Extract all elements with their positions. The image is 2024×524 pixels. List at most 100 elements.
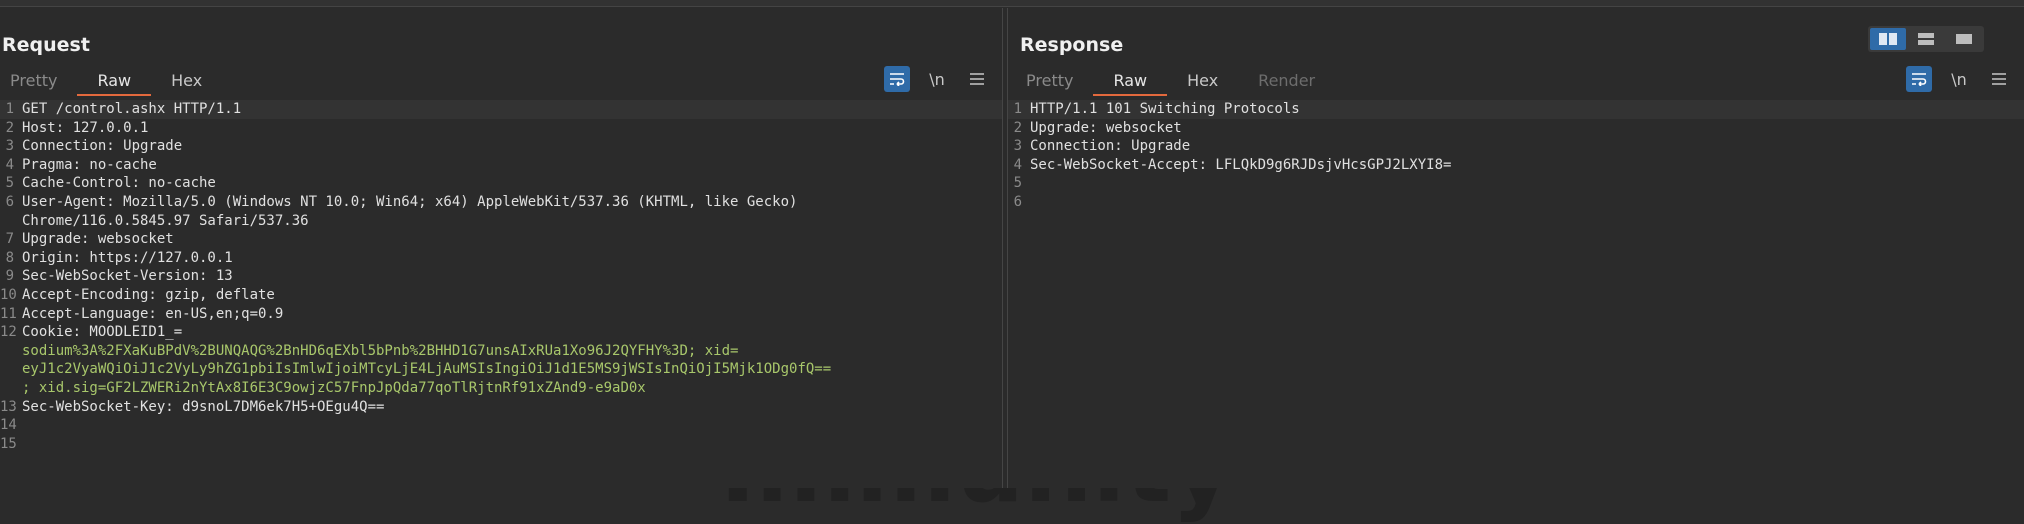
response-title: Response xyxy=(1020,34,1124,56)
request-tabs: Pretty Raw Hex xyxy=(0,70,222,96)
line-number: 14 xyxy=(0,417,17,434)
request-code-line: 15 xyxy=(0,435,1002,454)
request-code-line: eyJ1c2VyaWQiOiJ1c2VyLy9hZG1pbiIsImlwIjoi… xyxy=(0,360,1002,379)
line-text: Host: 127.0.0.1 xyxy=(22,119,149,136)
menu-icon[interactable] xyxy=(1986,66,2012,92)
line-text: Upgrade: websocket xyxy=(1030,119,1182,136)
request-tools: \n xyxy=(884,66,990,92)
line-text: Sec-WebSocket-Accept: LFLQkD9g6RJDsjvHcs… xyxy=(1030,156,1452,173)
line-text: Cache-Control: no-cache xyxy=(22,175,216,192)
request-code-line: 6 User-Agent: Mozilla/5.0 (Windows NT 10.… xyxy=(0,193,1002,212)
single-pane-layout-icon[interactable] xyxy=(1946,28,1982,50)
line-number xyxy=(0,342,14,361)
line-number: 13 xyxy=(0,398,17,415)
response-pane: Response Pretty Raw Hex Render \n 1 HTTP/1.1… xyxy=(1008,8,2024,488)
request-code-line: 13 Sec-WebSocket-Key: d9snoL7DM6ek7H5+OEg… xyxy=(0,398,1002,417)
request-code-line: sodium%3A%2FXaKuBPdV%2BUNQAQG%2BnHD6qEXb… xyxy=(0,342,1002,361)
response-code-line: 2 Upgrade: websocket xyxy=(1008,119,2024,138)
line-text: Connection: Upgrade xyxy=(1030,138,1191,155)
line-number: 6 xyxy=(5,193,14,210)
layout-switcher xyxy=(1868,26,1984,52)
line-number: 2 xyxy=(5,119,14,136)
top-bottom-layout-icon[interactable] xyxy=(1908,28,1944,50)
line-text: Cookie: MOODLEID1_= xyxy=(22,324,183,341)
wrap-lines-icon[interactable] xyxy=(1906,66,1932,92)
line-number xyxy=(0,212,14,231)
line-text: eyJ1c2VyaWQiOiJ1c2VyLy9hZG1pbiIsImlwIjoi… xyxy=(22,361,832,378)
line-text: Accept-Encoding: gzip, deflate xyxy=(22,286,275,303)
request-code-line: 3 Connection: Upgrade xyxy=(0,137,1002,156)
tab-raw[interactable]: Raw xyxy=(77,70,152,96)
line-number: 11 xyxy=(0,305,17,322)
line-number: 1 xyxy=(5,101,14,117)
line-number: 1 xyxy=(1013,101,1022,117)
line-number: 3 xyxy=(5,138,14,155)
response-tabs: Pretty Raw Hex Render xyxy=(1016,70,1335,96)
request-code-line: 5 Cache-Control: no-cache xyxy=(0,174,1002,193)
request-code-line: ; xid.sig=GF2LZWERi2nYtAx8I6E3C9owjzC57F… xyxy=(0,379,1002,398)
request-code-line: 4 Pragma: no-cache xyxy=(0,156,1002,175)
menu-icon[interactable] xyxy=(964,66,990,92)
line-number: 12 xyxy=(0,324,17,341)
newline-toggle-button[interactable]: \n xyxy=(924,66,950,92)
line-number: 10 xyxy=(0,286,17,303)
line-text: ; xid.sig=GF2LZWERi2nYtAx8I6E3C9owjzC57F… xyxy=(22,379,646,396)
request-code-line: 9 Sec-WebSocket-Version: 13 xyxy=(0,267,1002,286)
tab-render[interactable]: Render xyxy=(1238,70,1335,96)
request-code-line: 8 Origin: https://127.0.0.1 xyxy=(0,249,1002,268)
line-number: 3 xyxy=(1013,138,1022,155)
line-text: Origin: https://127.0.0.1 xyxy=(22,249,233,266)
line-number: 9 xyxy=(5,268,14,285)
line-text: Connection: Upgrade xyxy=(22,138,183,155)
request-code-line: 12 Cookie: MOODLEID1_= xyxy=(0,323,1002,342)
line-text: Upgrade: websocket xyxy=(22,231,174,248)
line-text: HTTP/1.1 101 Switching Protocols xyxy=(1030,101,1300,117)
line-number: 5 xyxy=(1013,175,1022,192)
response-code-line: 4 Sec-WebSocket-Accept: LFLQkD9g6RJDsjvHc… xyxy=(1008,156,2024,175)
line-number: 4 xyxy=(5,156,14,173)
line-number xyxy=(0,379,14,398)
line-number: 7 xyxy=(5,231,14,248)
tab-hex[interactable]: Hex xyxy=(1167,70,1238,96)
line-number: 8 xyxy=(5,249,14,266)
line-text: sodium%3A%2FXaKuBPdV%2BUNQAQG%2BnHD6qEXb… xyxy=(22,342,739,359)
response-editor[interactable]: 1 HTTP/1.1 101 Switching Protocols 2 Upgrad… xyxy=(1008,100,2024,488)
request-code-line: 14 xyxy=(0,416,1002,435)
line-text: Chrome/116.0.5845.97 Safari/537.36 xyxy=(22,212,309,229)
line-text: Sec-WebSocket-Key: d9snoL7DM6ek7H5+OEgu4… xyxy=(22,398,385,415)
line-number: 4 xyxy=(1013,156,1022,173)
line-text: User-Agent: Mozilla/5.0 (Windows NT 10.0… xyxy=(22,193,798,210)
response-tools: \n xyxy=(1906,66,2012,92)
line-number: 15 xyxy=(0,435,17,452)
top-toolbar-strip xyxy=(0,0,2024,7)
line-text: Sec-WebSocket-Version: 13 xyxy=(22,268,233,285)
request-pane: Request Pretty Raw Hex \n 1 GET /control.as… xyxy=(0,8,1002,488)
newline-toggle-button[interactable]: \n xyxy=(1946,66,1972,92)
tab-pretty[interactable]: Pretty xyxy=(1016,70,1093,96)
wrap-lines-icon[interactable] xyxy=(884,66,910,92)
response-code-line: 1 HTTP/1.1 101 Switching Protocols xyxy=(1008,100,2024,119)
response-code-line: 5 xyxy=(1008,174,2024,193)
request-code-line: 10 Accept-Encoding: gzip, deflate xyxy=(0,286,1002,305)
request-code-line: Chrome/116.0.5845.97 Safari/537.36 xyxy=(0,212,1002,231)
tab-pretty[interactable]: Pretty xyxy=(0,70,77,96)
request-code-line: 2 Host: 127.0.0.1 xyxy=(0,119,1002,138)
line-text: Accept-Language: en-US,en;q=0.9 xyxy=(22,305,284,322)
tab-hex[interactable]: Hex xyxy=(151,70,222,96)
response-code-line: 6 xyxy=(1008,193,2024,212)
request-code-line: 1 GET /control.ashx HTTP/1.1 xyxy=(0,100,1002,119)
tab-raw[interactable]: Raw xyxy=(1093,70,1168,96)
line-number xyxy=(0,360,14,379)
line-text xyxy=(1022,174,1030,193)
line-text: Pragma: no-cache xyxy=(22,156,157,173)
request-code-line: 11 Accept-Language: en-US,en;q=0.9 xyxy=(0,305,1002,324)
line-number: 5 xyxy=(5,175,14,192)
side-by-side-layout-icon[interactable] xyxy=(1870,28,1906,50)
line-number: 2 xyxy=(1013,119,1022,136)
request-title: Request xyxy=(2,34,90,56)
request-editor[interactable]: 1 GET /control.ashx HTTP/1.1 2 Host: 127.0.… xyxy=(0,100,1002,488)
line-text xyxy=(14,416,22,435)
response-code-line: 3 Connection: Upgrade xyxy=(1008,137,2024,156)
line-number: 6 xyxy=(1013,193,1022,210)
line-text: GET /control.ashx HTTP/1.1 xyxy=(22,101,242,117)
